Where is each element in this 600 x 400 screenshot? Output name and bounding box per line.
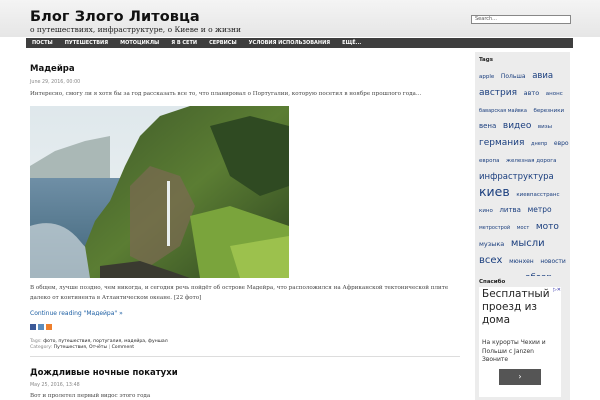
tag-link[interactable]: литва (499, 206, 521, 214)
bookmark-icon[interactable] (46, 324, 52, 330)
share-icons (30, 324, 52, 330)
site-header: Блог Злого Литовца о путешествиях, инфра… (0, 0, 600, 37)
tag-link[interactable]: мюнхен (509, 258, 534, 265)
tag-link[interactable]: инфраструктура (479, 172, 554, 182)
vk-icon[interactable] (38, 324, 44, 330)
tag-link[interactable]: кино (479, 208, 493, 214)
tags-label: Tags: (30, 339, 42, 344)
post-date: June 29, 2016, 00:00 (30, 80, 81, 85)
tag-link[interactable]: железная дорога (506, 158, 556, 164)
tag-link[interactable]: новости (540, 258, 566, 265)
nav-item-terms[interactable]: Условия использования (243, 38, 336, 48)
tags-links[interactable]: фото, путешествия, португалия, мадейра, … (43, 339, 167, 344)
tag-link[interactable]: видео (503, 121, 531, 131)
tag-link[interactable]: вена (479, 122, 496, 130)
tags-widget-title: Tags (479, 57, 493, 63)
nav-item-services[interactable]: Сервисы (203, 38, 243, 48)
site-title[interactable]: Блог Злого Литовца (30, 9, 200, 25)
tag-link[interactable]: киевпасстранс (516, 192, 559, 198)
tag-link[interactable]: киев (479, 184, 510, 199)
search-input[interactable]: Search... (471, 15, 571, 24)
tag-link[interactable]: мост (517, 225, 530, 231)
tag-link[interactable]: Польша (501, 73, 526, 80)
post-photo[interactable] (30, 106, 289, 278)
ad-title[interactable]: Бесплатный проезд из дома (482, 288, 560, 327)
nav-item-more[interactable]: Ещё... (336, 38, 367, 48)
tag-link[interactable]: европа (479, 158, 499, 164)
facebook-icon[interactable] (30, 324, 36, 330)
tag-link[interactable]: всех (479, 255, 502, 266)
post-intro: Вот и пролетел первый видос этого года (30, 393, 151, 399)
nav-item-posts[interactable]: Посты (26, 38, 59, 48)
category-label: Category: (30, 345, 53, 350)
post-title[interactable]: Мадейра (30, 64, 75, 74)
tag-link[interactable]: березники (533, 108, 564, 114)
post-intro: Интересно, смогу ли я хотя бы за год рас… (30, 91, 422, 97)
ad-banner[interactable]: ▷✕ Бесплатный проезд из дома На курорты … (479, 287, 561, 397)
tag-link[interactable]: авиа (532, 71, 553, 81)
nav-item-travel[interactable]: Путешествия (59, 38, 114, 48)
tag-link[interactable]: визы (538, 124, 552, 131)
post-tags: Tags: фото, путешествия, португалия, мад… (30, 339, 168, 344)
comment-link[interactable]: Comment (112, 345, 135, 350)
continue-reading-link[interactable]: Continue reading "Мадейра" » (30, 310, 123, 317)
thanks-widget-title: Спасибо (479, 279, 506, 285)
tag-link[interactable]: анонс (546, 91, 563, 97)
post-date: May 25, 2016, 13:48 (30, 383, 80, 388)
nav-item-motorcycles[interactable]: Мотоциклы (114, 38, 165, 48)
tag-link[interactable]: баварская майвка (479, 108, 527, 114)
tag-link[interactable]: метрострой (479, 225, 510, 231)
tag-link[interactable]: евро (554, 140, 569, 147)
tag-link[interactable]: авто (524, 89, 540, 97)
tag-link[interactable]: германия (479, 138, 524, 148)
category-links[interactable]: Путешествия, Отчёты (54, 345, 107, 350)
post-body: В общем, лучше поздно, чем никогда, и се… (30, 285, 449, 301)
ad-text: На курорты Чехии и Польши с Janzen Звони… (482, 339, 546, 363)
tag-link[interactable]: apple (479, 74, 494, 80)
ad-button[interactable]: › (499, 369, 541, 385)
post-title[interactable]: Дождливые ночные покатухи (30, 368, 178, 378)
tag-link[interactable]: мото (536, 222, 559, 232)
tag-link[interactable]: австрия (479, 88, 517, 98)
tag-link[interactable]: мысли (511, 238, 545, 249)
tag-link[interactable]: метро (528, 205, 552, 214)
tag-link[interactable]: музыка (479, 240, 504, 248)
site-description: о путешествиях, инфраструктуре, о Киеве … (30, 25, 242, 34)
post-categories: Category: Путешествия, Отчёты | Comment (30, 345, 135, 350)
nav-item-online[interactable]: Я в сети (165, 38, 203, 48)
main-nav: Посты Путешествия Мотоциклы Я в сети Сер… (26, 38, 573, 48)
post-divider (30, 356, 460, 357)
tag-link[interactable]: днепр (531, 141, 547, 147)
madeira-cliff-image (30, 106, 289, 278)
